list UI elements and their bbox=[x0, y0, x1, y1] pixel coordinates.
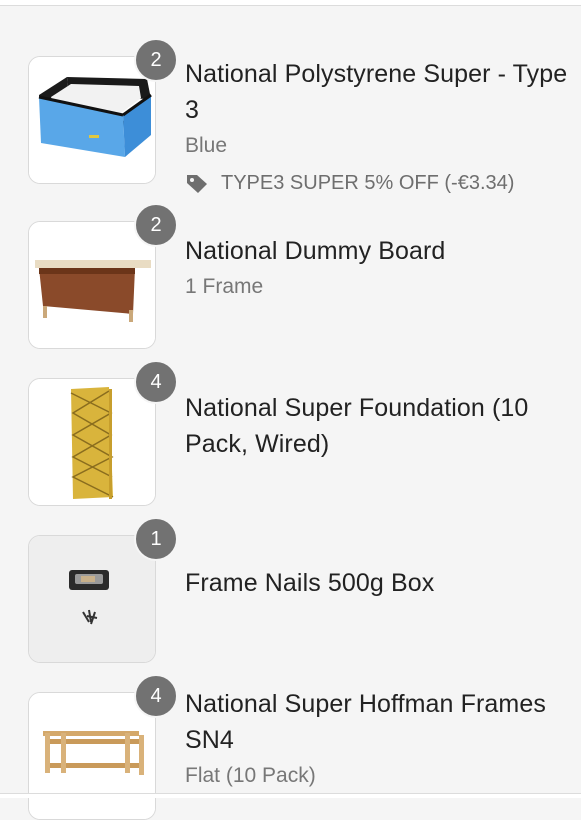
price-tag-icon bbox=[187, 175, 207, 193]
top-divider bbox=[0, 0, 581, 6]
product-title[interactable]: National Super Hoffman Frames SN4 bbox=[185, 686, 570, 758]
bottom-divider bbox=[0, 793, 581, 798]
quantity-badge: 2 bbox=[134, 203, 178, 247]
product-title[interactable]: Frame Nails 500g Box bbox=[185, 565, 570, 601]
hoffman-frames-icon bbox=[29, 693, 155, 819]
product-variant: Flat (10 Pack) bbox=[185, 764, 316, 787]
product-variant: 1 Frame bbox=[185, 275, 264, 298]
product-title[interactable]: National Super Foundation (10 Pack, Wire… bbox=[185, 390, 570, 462]
product-thumbnail[interactable]: 1 bbox=[28, 517, 178, 663]
product-thumbnail[interactable]: 4 bbox=[28, 360, 178, 506]
product-thumbnail[interactable]: 2 bbox=[28, 38, 178, 184]
foundation-sheet-icon bbox=[29, 379, 155, 505]
quantity-badge: 1 bbox=[134, 517, 178, 561]
product-variant: Blue bbox=[185, 134, 228, 157]
quantity-badge: 4 bbox=[134, 674, 178, 718]
dummy-board-icon bbox=[29, 222, 155, 348]
product-title[interactable]: National Dummy Board bbox=[185, 233, 570, 269]
quantity-badge: 2 bbox=[134, 38, 178, 82]
product-title[interactable]: National Polystyrene Super - Type 3 bbox=[185, 56, 570, 128]
product-thumbnail[interactable]: 2 bbox=[28, 203, 178, 349]
quantity-badge: 4 bbox=[134, 360, 178, 404]
nails-box-icon bbox=[29, 536, 155, 662]
discount-text: TYPE3 SUPER 5% OFF (-€3.34) bbox=[221, 172, 515, 194]
discount-line: TYPE3 SUPER 5% OFF (-€3.34) bbox=[185, 168, 570, 198]
polystyrene-super-icon bbox=[29, 57, 155, 183]
product-thumbnail[interactable]: 4 bbox=[28, 674, 178, 820]
